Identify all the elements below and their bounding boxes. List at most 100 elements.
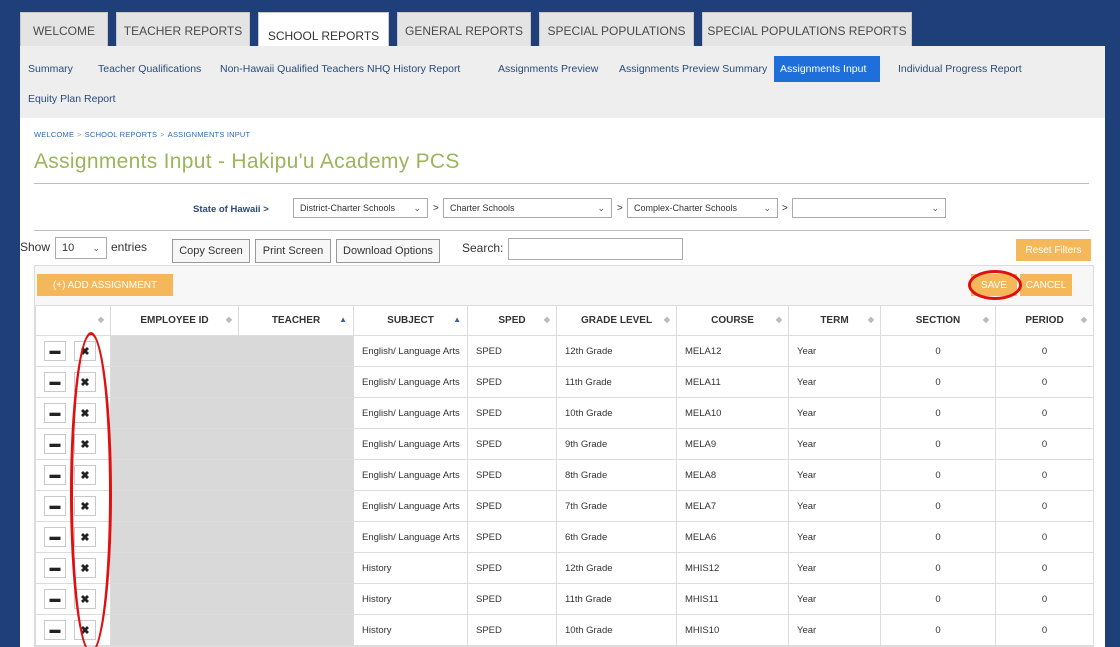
period-cell: 0 — [995, 428, 1094, 460]
subnav-equity-plan[interactable]: Equity Plan Report — [22, 86, 122, 112]
section-cell: 0 — [880, 490, 996, 522]
subnav-individual-progress[interactable]: Individual Progress Report — [892, 56, 1028, 82]
complex-select-value: Complex-Charter Schools — [634, 203, 738, 213]
subject-cell: English/ Language Arts — [353, 428, 468, 460]
column-header-subject[interactable]: SUBJECT ▲ — [353, 305, 468, 336]
chevron-down-icon: ⌄ — [413, 202, 421, 213]
subnav-assignments-preview[interactable]: Assignments Preview — [492, 56, 604, 82]
table-row[interactable]: ▬ ✖ English/ Language Arts SPED 8th Grade MEL… — [35, 459, 1094, 491]
document-icon[interactable]: ▬ — [44, 434, 66, 454]
breadcrumb-welcome[interactable]: WELCOME — [34, 130, 74, 139]
tab-special-populations[interactable]: SPECIAL POPULATIONS — [539, 12, 694, 48]
annotation-ellipse-save — [968, 270, 1022, 300]
chevron-down-icon: ⌄ — [763, 202, 771, 213]
employee-id-cell — [110, 366, 239, 398]
search-input[interactable] — [508, 238, 683, 260]
column-header-label: EMPLOYEE ID — [140, 315, 209, 326]
column-header-period[interactable]: PERIOD ◆ — [995, 305, 1094, 336]
table-header-row: ◆ EMPLOYEE ID ◆ TEACHER ▲ SUBJECT ▲ SPED ◆ G… — [35, 305, 1094, 336]
reset-filters-button[interactable]: Reset Filters — [1016, 239, 1091, 261]
employee-id-cell — [110, 335, 239, 367]
document-icon[interactable]: ▬ — [44, 403, 66, 423]
divider — [34, 183, 1089, 184]
column-header-teacher[interactable]: TEACHER ▲ — [238, 305, 354, 336]
document-icon[interactable]: ▬ — [44, 372, 66, 392]
column-header-grade-level[interactable]: GRADE LEVEL ◆ — [556, 305, 677, 336]
column-header-sped[interactable]: SPED ◆ — [467, 305, 557, 336]
course-cell: MELA8 — [676, 459, 789, 491]
section-cell: 0 — [880, 552, 996, 584]
table-row[interactable]: ▬ ✖ History SPED 10th Grade MHIS10 Year 0 0 — [35, 614, 1094, 646]
subnav-assignments-input[interactable]: Assignments Input — [774, 56, 880, 82]
employee-id-cell — [110, 614, 239, 646]
subnav-nhq-history[interactable]: NHQ History Report — [361, 56, 466, 82]
sort-ascending-icon: ▲ — [453, 315, 461, 324]
teacher-cell — [238, 428, 354, 460]
print-screen-button[interactable]: Print Screen — [255, 239, 331, 263]
table-row[interactable]: ▬ ✖ English/ Language Arts SPED 6th Grade MEL… — [35, 521, 1094, 553]
sped-cell: SPED — [467, 490, 557, 522]
subnav-non-hawaii-qualified[interactable]: Non-Hawaii Qualified Teachers — [214, 56, 370, 82]
teacher-cell — [238, 459, 354, 491]
term-cell: Year — [788, 490, 881, 522]
grade-level-cell: 7th Grade — [556, 490, 677, 522]
extra-select[interactable]: ⌄ — [792, 198, 946, 218]
add-assignment-button[interactable]: (+) ADD ASSIGNMENT — [37, 274, 173, 296]
table-row[interactable]: ▬ ✖ History SPED 12th Grade MHIS12 Year 0 0 — [35, 552, 1094, 584]
download-options-button[interactable]: Download Options — [336, 239, 440, 263]
tab-special-populations-reports[interactable]: SPECIAL POPULATIONS REPORTS — [702, 12, 912, 48]
document-icon[interactable]: ▬ — [44, 465, 66, 485]
column-header-section[interactable]: SECTION ◆ — [880, 305, 996, 336]
column-header-employee-id[interactable]: EMPLOYEE ID ◆ — [110, 305, 239, 336]
table-row[interactable]: ▬ ✖ English/ Language Arts SPED 9th Grade MEL… — [35, 428, 1094, 460]
column-header-label: SPED — [498, 315, 526, 326]
document-icon[interactable]: ▬ — [44, 527, 66, 547]
divider — [34, 230, 1089, 231]
teacher-cell — [238, 521, 354, 553]
column-header-course[interactable]: COURSE ◆ — [676, 305, 789, 336]
sped-cell: SPED — [467, 366, 557, 398]
document-icon[interactable]: ▬ — [44, 558, 66, 578]
employee-id-cell — [110, 428, 239, 460]
document-icon[interactable]: ▬ — [44, 620, 66, 640]
period-cell: 0 — [995, 552, 1094, 584]
column-header-term[interactable]: TERM ◆ — [788, 305, 881, 336]
subnav-assignments-preview-summary[interactable]: Assignments Preview Summary — [613, 56, 773, 82]
annotation-ellipse-delete-column — [70, 332, 112, 647]
column-header-label: TEACHER — [271, 315, 321, 326]
breadcrumb-separator: > — [160, 130, 165, 139]
entries-select[interactable]: 10 ⌄ — [55, 237, 107, 259]
subnav-summary[interactable]: Summary — [22, 56, 79, 82]
document-icon[interactable]: ▬ — [44, 341, 66, 361]
grade-level-cell: 10th Grade — [556, 397, 677, 429]
filter-separator: > — [782, 203, 788, 214]
search-label: Search: — [462, 241, 504, 255]
school-select[interactable]: Charter Schools ⌄ — [443, 198, 612, 218]
table-row[interactable]: ▬ ✖ English/ Language Arts SPED 7th Grade MEL… — [35, 490, 1094, 522]
state-filter-label[interactable]: State of Hawaii > — [193, 204, 269, 215]
table-row[interactable]: ▬ ✖ History SPED 11th Grade MHIS11 Year 0 0 — [35, 583, 1094, 615]
section-cell: 0 — [880, 521, 996, 553]
period-cell: 0 — [995, 490, 1094, 522]
table-row[interactable]: ▬ ✖ English/ Language Arts SPED 12th Grade ME… — [35, 335, 1094, 367]
breadcrumb-school-reports[interactable]: SCHOOL REPORTS — [85, 130, 157, 139]
column-header-actions[interactable]: ◆ — [35, 305, 111, 336]
employee-id-cell — [110, 583, 239, 615]
copy-screen-button[interactable]: Copy Screen — [172, 239, 250, 263]
subnav-teacher-qualifications[interactable]: Teacher Qualifications — [92, 56, 207, 82]
table-row[interactable]: ▬ ✖ English/ Language Arts SPED 10th Grade ME… — [35, 397, 1094, 429]
sort-icon: ◆ — [867, 315, 874, 324]
table-row[interactable]: ▬ ✖ English/ Language Arts SPED 11th Grade ME… — [35, 366, 1094, 398]
breadcrumb-separator: > — [77, 130, 82, 139]
term-cell: Year — [788, 335, 881, 367]
document-icon[interactable]: ▬ — [44, 496, 66, 516]
tab-welcome[interactable]: WELCOME — [20, 12, 108, 48]
employee-id-cell — [110, 521, 239, 553]
subject-cell: History — [353, 614, 468, 646]
document-icon[interactable]: ▬ — [44, 589, 66, 609]
district-select[interactable]: District-Charter Schools ⌄ — [293, 198, 428, 218]
tab-general-reports[interactable]: GENERAL REPORTS — [397, 12, 531, 48]
tab-teacher-reports[interactable]: TEACHER REPORTS — [116, 12, 250, 48]
complex-select[interactable]: Complex-Charter Schools ⌄ — [627, 198, 778, 218]
cancel-button[interactable]: CANCEL — [1020, 274, 1072, 296]
